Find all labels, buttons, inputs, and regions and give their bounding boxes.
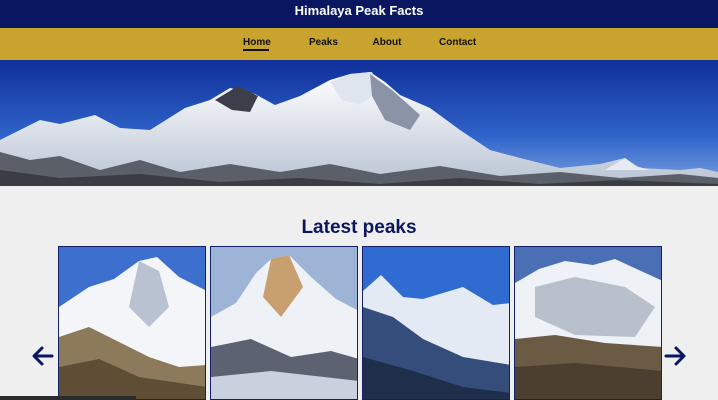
nav-peaks[interactable]: Peaks [309,37,338,48]
peak-card-image [59,247,205,399]
site-header: Himalaya Peak Facts [0,0,718,28]
peak-card[interactable] [58,246,206,400]
main-nav: Home Peaks About Contact [0,28,718,60]
peak-card[interactable] [514,246,662,400]
site-title: Himalaya Peak Facts [294,3,424,18]
hero-image [0,60,718,186]
peak-card[interactable] [210,246,358,400]
nav-home[interactable]: Home [243,37,271,51]
nav-about[interactable]: About [372,37,402,48]
arrow-left-icon[interactable] [30,342,56,370]
status-bar [0,396,136,400]
peak-card[interactable] [362,246,510,400]
peak-card-image [363,247,509,399]
peak-card-image [515,247,661,399]
arrow-right-icon[interactable] [662,342,688,370]
peak-card-image [211,247,357,399]
nav-contact[interactable]: Contact [439,37,476,48]
section-title: Latest peaks [301,217,417,238]
